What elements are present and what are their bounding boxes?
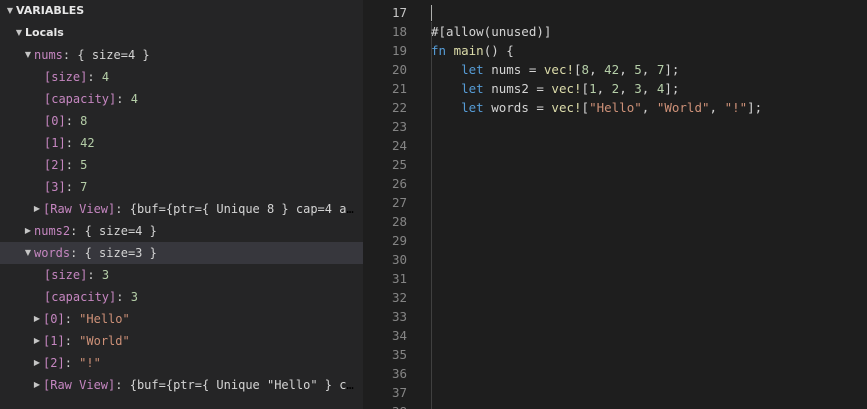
variable-value: { size=4 }	[84, 224, 157, 238]
line-number[interactable]: 34	[363, 326, 407, 345]
code-line-19[interactable]: fn main() {	[431, 41, 867, 60]
variable-child[interactable]: [2]: 5	[0, 154, 363, 176]
line-number[interactable]: 33	[363, 307, 407, 326]
variables-header-label: VARIABLES	[16, 4, 85, 17]
variable-name: nums2	[34, 224, 71, 238]
chevron-down-icon[interactable]: ▼	[4, 0, 16, 22]
line-number[interactable]: 35	[363, 345, 407, 364]
line-number[interactable]: 28	[363, 212, 407, 231]
variable-child[interactable]: [size]: 4	[0, 66, 363, 88]
line-number-gutter[interactable]: 17 18 19 20 21 22 23 24 25 26 27 28 29 30 31 32 33 34 35 36…	[363, 3, 407, 409]
line-number[interactable]: 36	[363, 364, 407, 383]
variable-raw-view[interactable]: ▶ [Raw View]: {buf={ptr={ Unique 8 } cap=…	[0, 198, 363, 220]
variable-value: { size=3 }	[84, 246, 157, 260]
variable-child[interactable]: [0]: 8	[0, 110, 363, 132]
variable-child[interactable]: [1]: 42	[0, 132, 363, 154]
variable-child[interactable]: ▶ [1]: "World"	[0, 330, 363, 352]
scope-locals[interactable]: ▼ Locals	[0, 22, 363, 44]
line-number[interactable]: 18	[363, 22, 407, 41]
line-number[interactable]: 19	[363, 41, 407, 60]
line-number[interactable]: 23	[363, 117, 407, 136]
chevron-right-icon[interactable]: ▶	[31, 352, 43, 374]
line-number[interactable]: 25	[363, 155, 407, 174]
line-number[interactable]: 17	[363, 3, 407, 22]
chevron-down-icon[interactable]: ▼	[22, 44, 34, 66]
variable-words[interactable]: ▼ words: { size=3 }	[0, 242, 363, 264]
line-number[interactable]: 21	[363, 79, 407, 98]
variable-nums2[interactable]: ▶ nums2: { size=4 }	[0, 220, 363, 242]
variable-child[interactable]: [3]: 7	[0, 176, 363, 198]
chevron-right-icon[interactable]: ▶	[31, 330, 43, 352]
line-number[interactable]: 27	[363, 193, 407, 212]
line-number[interactable]: 26	[363, 174, 407, 193]
chevron-down-icon[interactable]: ▼	[22, 242, 34, 264]
code-line-18[interactable]: #[allow(unused)]	[431, 22, 867, 41]
line-number[interactable]: 24	[363, 136, 407, 155]
scope-label: Locals	[25, 26, 64, 39]
code-lines[interactable]: #[allow(unused)] fn main() { let nums = …	[431, 3, 867, 117]
variable-name: words	[34, 246, 71, 260]
variable-nums[interactable]: ▼ nums: { size=4 }	[0, 44, 363, 66]
line-number[interactable]: 22	[363, 98, 407, 117]
line-number[interactable]: 37	[363, 383, 407, 402]
variable-value: { size=4 }	[77, 48, 150, 62]
code-line-22[interactable]: let words = vec!["Hello", "World", "!"];	[431, 98, 867, 117]
chevron-right-icon[interactable]: ▶	[31, 308, 43, 330]
variable-child[interactable]: [size]: 3	[0, 264, 363, 286]
variable-child[interactable]: ▶ [0]: "Hello"	[0, 308, 363, 330]
variable-name: nums	[34, 48, 63, 62]
line-number[interactable]: 29	[363, 231, 407, 250]
line-number[interactable]: 32	[363, 288, 407, 307]
line-number[interactable]: 20	[363, 60, 407, 79]
chevron-right-icon[interactable]: ▶	[31, 198, 43, 220]
line-number[interactable]: 38	[363, 402, 407, 409]
variables-section-header[interactable]: ▼ VARIABLES	[0, 0, 363, 22]
code-editor[interactable]: 17 18 19 20 21 22 23 24 25 26 27 28 29 30 31 32 33 34 35 36…	[363, 0, 867, 409]
line-number[interactable]: 30	[363, 250, 407, 269]
variable-raw-view[interactable]: ▶ [Raw View]: {buf={ptr={ Unique "Hello" …	[0, 374, 363, 396]
code-line-21[interactable]: let nums2 = vec![1, 2, 3, 4];	[431, 79, 867, 98]
line-number[interactable]: 31	[363, 269, 407, 288]
code-line-17[interactable]	[431, 3, 867, 22]
code-line-20[interactable]: let nums = vec![8, 42, 5, 7];	[431, 60, 867, 79]
chevron-right-icon[interactable]: ▶	[22, 220, 34, 242]
variable-child[interactable]: [capacity]: 4	[0, 88, 363, 110]
variables-panel: ▼ VARIABLES ▼ Locals ▼ nums: { size=4 } [si…	[0, 0, 363, 409]
chevron-right-icon[interactable]: ▶	[31, 374, 43, 396]
variable-child[interactable]: ▶ [2]: "!"	[0, 352, 363, 374]
variable-child[interactable]: [capacity]: 3	[0, 286, 363, 308]
chevron-down-icon[interactable]: ▼	[13, 22, 25, 44]
